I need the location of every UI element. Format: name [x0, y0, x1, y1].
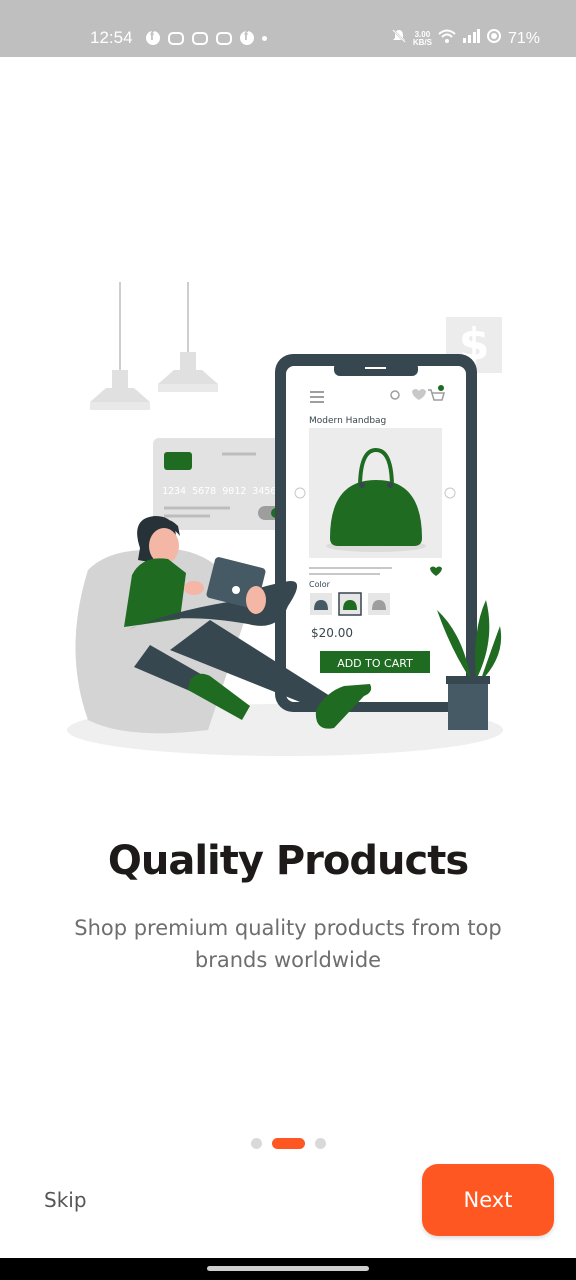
next-button[interactable]: Next	[422, 1164, 554, 1236]
hanging-lamp-icon	[158, 282, 218, 392]
system-icons: 3.00 KB/S 71%	[391, 28, 540, 49]
network-speed-unit: KB/S	[412, 37, 432, 47]
status-bar: 12:54 3.00 KB/S 71%	[0, 0, 576, 57]
page-dot-active	[271, 1138, 305, 1149]
card-number: 1234 5678 9012 3456	[162, 486, 276, 497]
color-label: Color	[309, 580, 331, 589]
page-dot	[314, 1138, 326, 1149]
onboarding-illustration: $ 1234 5678 9012 3456 Modern Handbag Col…	[67, 282, 503, 756]
system-nav-bar	[0, 1258, 576, 1280]
mute-icon	[391, 28, 407, 49]
product-price: $20.00	[311, 626, 353, 640]
home-gesture-handle[interactable]	[207, 1266, 369, 1271]
next-button-label: Next	[463, 1188, 513, 1212]
battery-saver-icon	[486, 28, 502, 49]
chat-icon	[192, 31, 208, 45]
more-notifications-icon	[262, 35, 267, 41]
battery-level: 71%	[507, 29, 540, 47]
chat-icon	[216, 31, 232, 45]
hanging-lamp-icon	[90, 282, 150, 410]
facebook-icon	[146, 29, 160, 45]
chat-icon	[168, 31, 184, 45]
page-dot	[250, 1138, 262, 1149]
onboarding-subtitle: Shop premium quality products from top b…	[74, 916, 502, 972]
facebook-icon	[240, 29, 254, 45]
signal-icon	[462, 29, 480, 48]
status-time: 12:54	[90, 28, 133, 47]
skip-button[interactable]: Skip	[44, 1188, 87, 1212]
product-title: Modern Handbag	[309, 416, 386, 426]
page-indicator	[0, 1138, 576, 1149]
card-chip	[164, 452, 192, 470]
add-to-cart-text: ADD TO CART	[337, 657, 413, 670]
wifi-icon	[438, 29, 456, 48]
onboarding-title: Quality Products	[107, 838, 469, 884]
notification-icons	[146, 29, 267, 45]
network-speed: 3.00 KB/S	[412, 30, 432, 47]
